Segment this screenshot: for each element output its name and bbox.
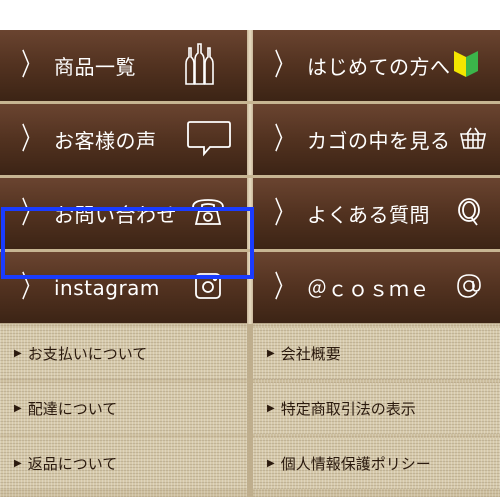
sub-item-returns[interactable]: ▶ 返品について — [0, 438, 247, 489]
sub-item-label: 特定商取引法の表示 — [280, 400, 416, 418]
beginner-mark-icon — [453, 49, 479, 83]
triangle-right-icon: ▶ — [14, 403, 22, 414]
speech-bubble-icon — [186, 119, 232, 161]
menu-item-products[interactable]: 〉 商品一覧 — [0, 30, 247, 101]
instagram-icon — [194, 272, 222, 304]
sub-item-commerce-law[interactable]: ▶ 特定商取引法の表示 — [253, 383, 500, 434]
sub-item-label: 会社概要 — [280, 345, 341, 363]
sub-item-company[interactable]: ▶ 会社概要 — [253, 328, 500, 379]
triangle-right-icon: ▶ — [14, 348, 22, 359]
menu-item-cosme[interactable]: 〉 ＠ｃｏｓｍｅ — [253, 252, 500, 323]
sub-item-label: 返品について — [27, 455, 118, 473]
menu-item-faq[interactable]: 〉 よくある質問 — [253, 178, 500, 249]
triangle-right-icon: ▶ — [267, 403, 275, 414]
sub-item-label: 個人情報保護ポリシー — [280, 455, 431, 473]
chevron-right-icon: 〉 — [274, 121, 294, 157]
bottles-icon — [182, 42, 218, 90]
chevron-right-icon: 〉 — [21, 195, 41, 231]
menu-item-label: はじめての方へ — [307, 55, 451, 79]
menu-item-beginners[interactable]: 〉 はじめての方へ — [253, 30, 500, 101]
sub-item-label: お支払いについて — [27, 345, 148, 363]
sub-item-delivery[interactable]: ▶ 配達について — [0, 383, 247, 434]
menu-item-contact[interactable]: 〉 お問い合わせ — [0, 178, 247, 249]
chevron-right-icon: 〉 — [274, 195, 294, 231]
sub-menu: ▶ お支払いについて ▶ 会社概要 ▶ 配達について ▶ 特定商取引法の表示 ▶… — [0, 324, 500, 497]
menu-item-instagram[interactable]: 〉 instagram — [0, 252, 247, 323]
menu-item-label: ＠ｃｏｓｍｅ — [307, 277, 430, 301]
menu-item-customer-voice[interactable]: 〉 お客様の声 — [0, 104, 247, 175]
menu-item-label: カゴの中を見る — [307, 129, 451, 153]
sub-item-payment[interactable]: ▶ お支払いについて — [0, 328, 247, 379]
telephone-icon — [190, 197, 226, 231]
menu-item-label: よくある質問 — [307, 203, 430, 227]
triangle-right-icon: ▶ — [267, 458, 275, 469]
sub-item-label: 配達について — [27, 400, 118, 418]
sub-item-privacy-policy[interactable]: ▶ 個人情報保護ポリシー — [253, 438, 500, 489]
chevron-right-icon: 〉 — [21, 47, 41, 83]
menu-item-label: お問い合わせ — [54, 203, 177, 227]
basket-icon — [459, 126, 487, 154]
q-icon — [457, 197, 481, 231]
chevron-right-icon: 〉 — [274, 47, 294, 83]
menu-item-view-cart[interactable]: 〉 カゴの中を見る — [253, 104, 500, 175]
chevron-right-icon: 〉 — [21, 121, 41, 157]
chevron-right-icon: 〉 — [274, 269, 294, 305]
menu-item-label: 商品一覧 — [54, 55, 136, 79]
menu-item-label: instagram — [54, 275, 160, 300]
triangle-right-icon: ▶ — [267, 348, 275, 359]
chevron-right-icon: 〉 — [21, 269, 41, 305]
menu-item-label: お客様の声 — [54, 129, 157, 153]
at-icon — [455, 272, 483, 304]
triangle-right-icon: ▶ — [14, 458, 22, 469]
